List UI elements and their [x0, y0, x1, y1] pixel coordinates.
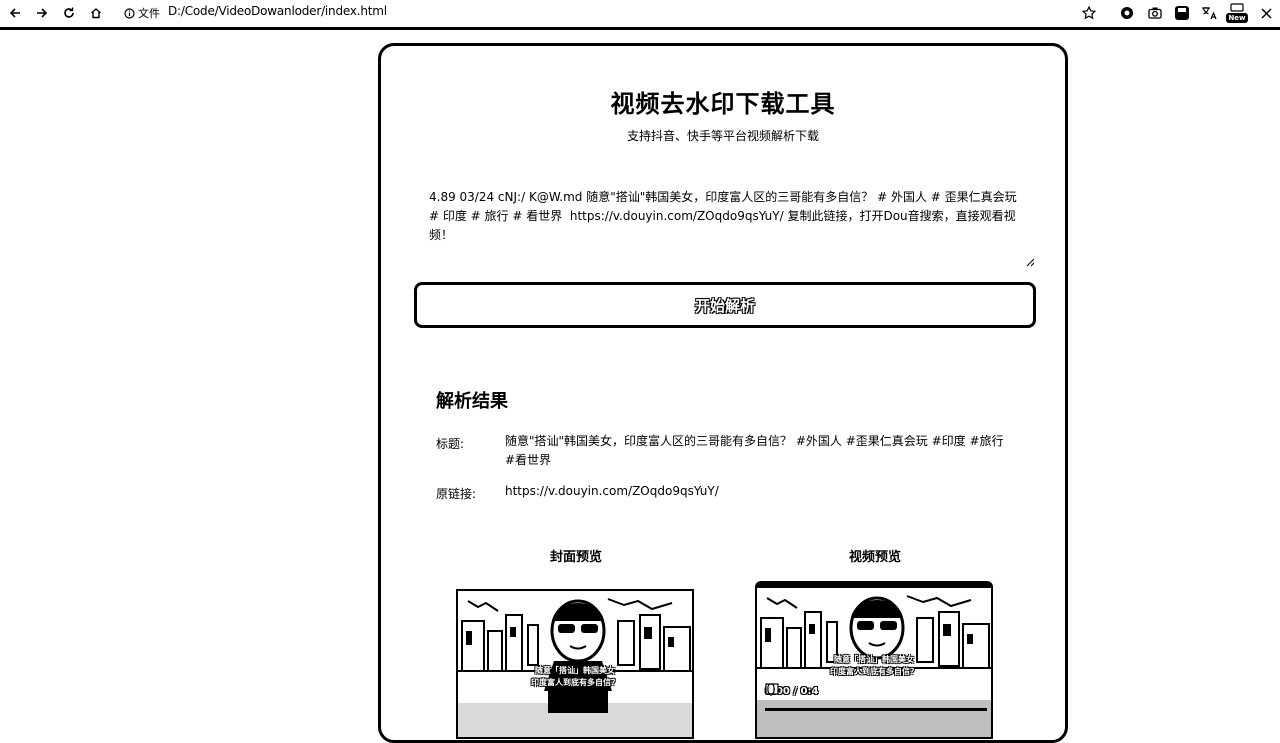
new-feature-button[interactable]: New — [1224, 3, 1250, 23]
close-icon — [1260, 7, 1272, 19]
title-label: 标题: — [436, 437, 465, 451]
extension-icon — [1121, 7, 1133, 19]
page-subtitle: 支持抖音、快手等平台视频解析下载 — [626, 129, 819, 143]
back-button[interactable] — [6, 3, 24, 23]
title-value: 随意"搭讪"韩国美女，印度富人区的三哥能有多自信？ #外国人 #歪果仁真会玩 #… — [505, 434, 1004, 467]
video-caption-line2: 印度富人到底有多自信？ — [830, 667, 918, 676]
extension-badge-icon — [1175, 6, 1189, 20]
arrow-left-icon — [9, 8, 20, 18]
screenshot-button[interactable] — [1146, 3, 1164, 23]
forward-button[interactable] — [33, 3, 51, 23]
new-badge-icon — [1230, 3, 1244, 12]
video-player[interactable]: 随意「搭讪」韩国美女 印度富人到底有多自信？ 0:00 / 0:4 — [755, 581, 993, 739]
home-button[interactable] — [87, 3, 105, 23]
link-value[interactable]: https://v.douyin.com/ZOqdo9qsYuY/ — [505, 482, 1015, 501]
cover-caption-line1: 随意「搭讪」韩国美女 — [535, 666, 615, 675]
result-heading: 解析结果 — [436, 391, 508, 412]
cover-preview-label: 封面预览 — [549, 550, 602, 565]
translate-icon — [1202, 7, 1217, 20]
cover-caption-line2: 印度富人到底有多自信？ — [531, 678, 619, 687]
share-link-textarea[interactable]: 4.89 03/24 cNJ:/ K@W.md 随意"搭讪"韩国美女，印度富人区… — [414, 184, 1036, 268]
arrow-right-icon — [37, 8, 48, 18]
info-icon — [124, 7, 135, 19]
page-title: 视频去水印下载工具 — [610, 90, 836, 118]
new-badge: New — [1226, 13, 1248, 23]
site-info-label: 文件 — [138, 7, 160, 20]
star-icon — [1082, 6, 1096, 20]
video-controls: 0:00 / 0:4 — [765, 683, 987, 699]
parse-button[interactable]: 开始解析 — [414, 282, 1036, 328]
reload-button[interactable] — [60, 3, 78, 23]
reload-icon — [64, 7, 74, 18]
link-label: 原链接: — [436, 487, 477, 501]
volume-icon[interactable] — [765, 683, 777, 697]
video-caption-line1: 随意「搭讪」韩国美女 — [834, 655, 914, 664]
video-preview-label: 视频预览 — [848, 550, 901, 565]
translate-button[interactable] — [1199, 3, 1219, 23]
extension-badge-button[interactable] — [1172, 3, 1192, 23]
home-icon — [91, 8, 101, 19]
extension-button[interactable] — [1118, 3, 1136, 23]
site-info[interactable]: 文件 — [124, 5, 160, 21]
main-card: 视频去水印下载工具 支持抖音、快手等平台视频解析下载 4.89 03/24 cN… — [378, 43, 1068, 743]
close-button[interactable] — [1258, 3, 1274, 23]
cover-image: 随意「搭讪」韩国美女 印度富人到底有多自信？ — [456, 589, 694, 739]
address-bar[interactable]: D:/Code/VideoDowanloder/index.html — [168, 4, 387, 18]
camera-icon — [1148, 7, 1162, 19]
browser-toolbar: 文件 D:/Code/VideoDowanloder/index.html Ne… — [0, 0, 1280, 30]
bookmark-button[interactable] — [1080, 3, 1098, 23]
resize-grip-icon[interactable] — [1025, 257, 1035, 267]
